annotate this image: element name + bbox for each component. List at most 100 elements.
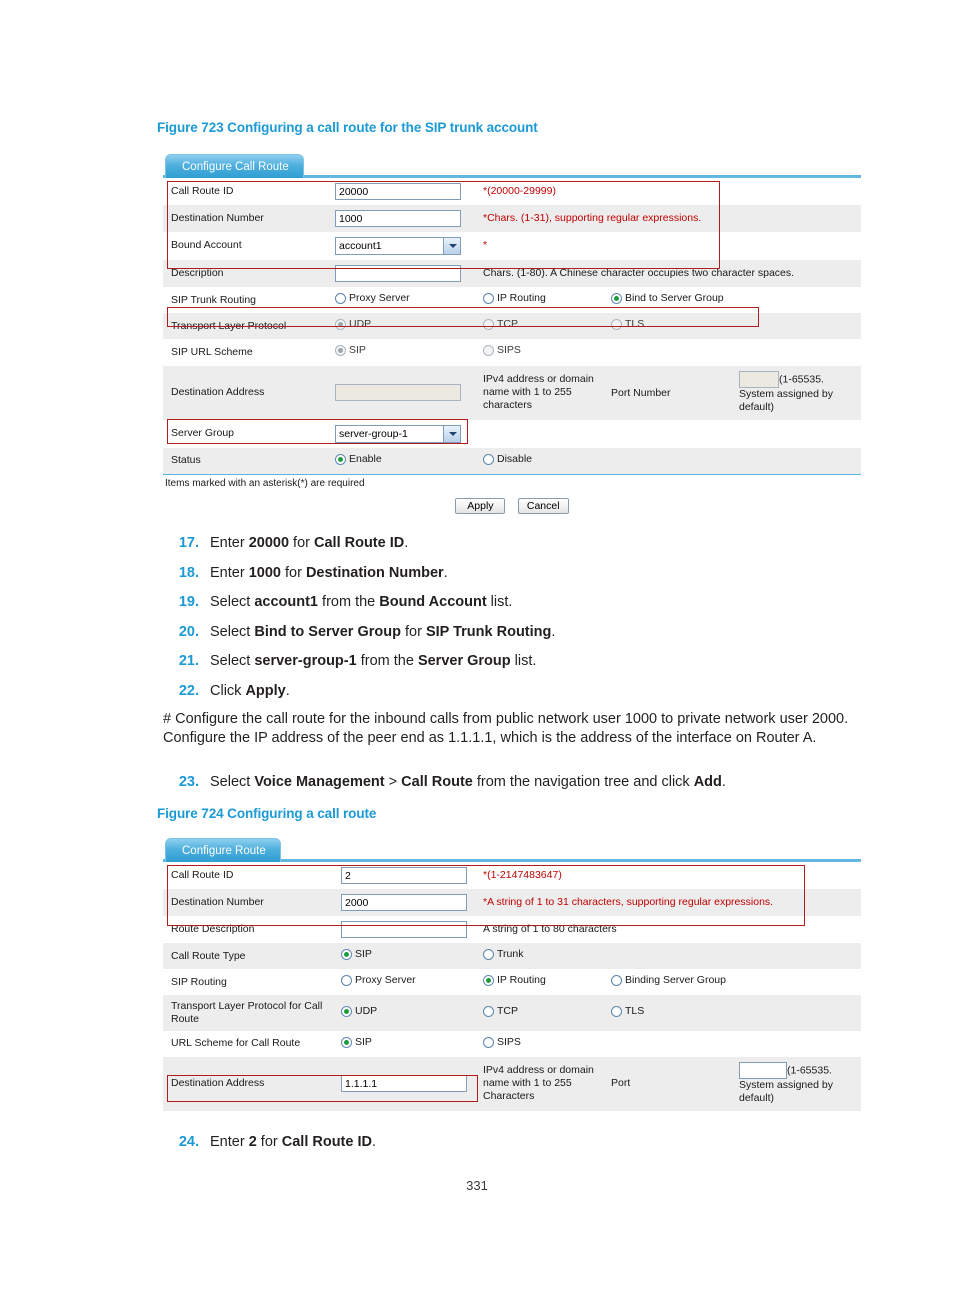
sip-url-scheme-label: SIP URL Scheme bbox=[163, 339, 329, 366]
radio-transport-udp[interactable]: UDP bbox=[335, 318, 371, 331]
bound-account-value: account1 bbox=[339, 240, 382, 252]
description-input[interactable] bbox=[335, 265, 461, 282]
radio-sip-trunk-routing-bind-server-group[interactable]: Bind to Server Group bbox=[611, 292, 724, 305]
apply-button[interactable]: Apply bbox=[455, 498, 506, 515]
radio-icon-selected bbox=[611, 293, 622, 305]
destination-address-label: Destination Address bbox=[163, 365, 329, 420]
table-row: Call Route ID 20000 *(20000-29999) bbox=[163, 178, 861, 205]
sip-trunk-routing-label: SIP Trunk Routing bbox=[163, 287, 329, 314]
radio-icon-selected bbox=[341, 949, 352, 961]
radio-icon bbox=[483, 453, 494, 465]
server-group-select[interactable]: server-group-1 bbox=[335, 424, 461, 443]
radio-icon bbox=[483, 1036, 494, 1048]
radio-url-scheme-sip[interactable]: SIP bbox=[341, 1036, 372, 1049]
radio-transport-tls[interactable]: TLS bbox=[611, 1005, 644, 1018]
radio-status-disable[interactable]: Disable bbox=[483, 453, 532, 466]
radio-call-route-type-trunk[interactable]: Trunk bbox=[483, 948, 523, 961]
destination-address-input[interactable]: 1.1.1.1 bbox=[341, 1075, 467, 1093]
destination-address-input[interactable] bbox=[335, 384, 461, 402]
tab-configure-call-route[interactable]: Configure Call Route bbox=[165, 154, 304, 178]
table-row: Call Route ID 2 *(1-2147483647) bbox=[163, 862, 861, 889]
tab-configure-route[interactable]: Configure Route bbox=[165, 838, 281, 862]
page-number: 331 bbox=[466, 1178, 488, 1193]
step-number: 17. bbox=[178, 535, 199, 551]
list-item: 21. Select server-group-1 from the Serve… bbox=[163, 652, 903, 671]
radio-sip-trunk-routing-ip-routing[interactable]: IP Routing bbox=[483, 292, 546, 305]
list-item: 20. Select Bind to Server Group for SIP … bbox=[163, 623, 903, 642]
table-row: Destination Number 2000 *A string of 1 t… bbox=[163, 889, 861, 916]
table-row: Transport Layer Protocol for Call Route … bbox=[163, 995, 861, 1031]
transport-layer-protocol-label: Transport Layer Protocol for Call Route bbox=[163, 995, 335, 1031]
call-route-id-hint: *(20000-29999) bbox=[477, 178, 861, 205]
bound-account-label: Bound Account bbox=[163, 232, 329, 260]
list-item: 17. Enter 20000 for Call Route ID. bbox=[163, 534, 903, 553]
route-description-input[interactable] bbox=[341, 921, 467, 938]
step-number: 18. bbox=[178, 564, 199, 581]
radio-icon-selected bbox=[335, 319, 346, 331]
destination-address-label: Destination Address bbox=[163, 1056, 335, 1112]
step-text: Click Apply. bbox=[210, 682, 290, 699]
radio-icon-selected bbox=[483, 975, 494, 987]
call-route-id-input[interactable]: 20000 bbox=[335, 183, 461, 200]
list-item: 22. Click Apply. bbox=[163, 682, 903, 701]
table-row: SIP Trunk Routing Proxy Server IP Routin… bbox=[163, 287, 861, 314]
step-number: 23. bbox=[178, 774, 199, 790]
destination-address-hint: IPv4 address or domain name with 1 to 25… bbox=[477, 1056, 605, 1112]
radio-icon bbox=[483, 345, 494, 357]
radio-sip-trunk-routing-proxy-server[interactable]: Proxy Server bbox=[335, 292, 410, 305]
radio-transport-udp[interactable]: UDP bbox=[341, 1005, 377, 1018]
bound-account-hint: * bbox=[477, 232, 861, 260]
step-number: 22. bbox=[178, 682, 199, 699]
call-route-id-input[interactable]: 2 bbox=[341, 867, 467, 884]
step-text: Enter 1000 for Destination Number. bbox=[210, 564, 448, 581]
radio-url-scheme-sips[interactable]: SIPS bbox=[483, 1036, 521, 1049]
table-row: Call Route Type SIP Trunk bbox=[163, 943, 861, 970]
radio-icon bbox=[483, 949, 494, 961]
radio-icon bbox=[341, 975, 352, 987]
radio-icon-selected bbox=[341, 1036, 352, 1048]
table-row: Description Chars. (1-80). A Chinese cha… bbox=[163, 260, 861, 287]
destination-address-hint: IPv4 address or domain name with 1 to 25… bbox=[477, 365, 605, 420]
radio-sip-routing-ip-routing[interactable]: IP Routing bbox=[483, 974, 546, 987]
steps-list-a: 17. Enter 20000 for Call Route ID. 18. E… bbox=[163, 534, 903, 711]
route-description-label: Route Description bbox=[163, 916, 335, 943]
radio-url-scheme-sips[interactable]: SIPS bbox=[483, 344, 521, 357]
destination-number-input[interactable]: 1000 bbox=[335, 210, 461, 227]
port-number-input[interactable] bbox=[739, 370, 779, 388]
server-group-label: Server Group bbox=[163, 419, 329, 448]
transport-layer-protocol-label: Transport Layer Protocol bbox=[163, 313, 329, 340]
radio-sip-routing-proxy-server[interactable]: Proxy Server bbox=[341, 974, 416, 987]
destination-number-input[interactable]: 2000 bbox=[341, 894, 467, 911]
chevron-down-icon bbox=[443, 238, 460, 254]
radio-sip-routing-binding-server-group[interactable]: Binding Server Group bbox=[611, 974, 726, 987]
radio-url-scheme-sip[interactable]: SIP bbox=[335, 344, 366, 357]
radio-icon bbox=[611, 1005, 622, 1017]
radio-transport-tcp[interactable]: TCP bbox=[483, 318, 518, 331]
call-route-id-hint: *(1-2147483647) bbox=[477, 862, 861, 889]
route-description-hint: A string of 1 to 80 characters bbox=[477, 916, 861, 943]
cancel-button[interactable]: Cancel bbox=[517, 498, 569, 515]
sip-routing-label: SIP Routing bbox=[163, 969, 335, 996]
destination-number-label: Destination Number bbox=[163, 889, 335, 916]
step-number: 20. bbox=[178, 623, 199, 640]
radio-icon-selected bbox=[341, 1005, 352, 1017]
list-item: 23. Select Voice Management > Call Route… bbox=[163, 773, 903, 792]
figure-723-caption: Figure 723 Configuring a call route for … bbox=[157, 120, 538, 135]
radio-icon bbox=[483, 1005, 494, 1017]
step-text: Select server-group-1 from the Server Gr… bbox=[210, 653, 537, 670]
table-row: Route Description A string of 1 to 80 ch… bbox=[163, 916, 861, 943]
port-number-label: Port Number bbox=[605, 365, 733, 420]
radio-icon-selected bbox=[335, 453, 346, 465]
table-row: Destination Address IPv4 address or doma… bbox=[163, 365, 861, 420]
port-input[interactable] bbox=[739, 1061, 787, 1079]
radio-transport-tcp[interactable]: TCP bbox=[483, 1005, 518, 1018]
radio-transport-tls[interactable]: TLS bbox=[611, 318, 644, 331]
table-row: SIP Routing Proxy Server IP Routing Bind… bbox=[163, 969, 861, 996]
description-hint: Chars. (1-80). A Chinese character occup… bbox=[477, 260, 861, 287]
destination-number-hint: *Chars. (1-31), supporting regular expre… bbox=[477, 205, 861, 232]
radio-status-enable[interactable]: Enable bbox=[335, 453, 382, 466]
bound-account-select[interactable]: account1 bbox=[335, 237, 461, 255]
url-scheme-label: URL Scheme for Call Route bbox=[163, 1030, 335, 1057]
table-row: SIP URL Scheme SIP SIPS bbox=[163, 339, 861, 366]
radio-call-route-type-sip[interactable]: SIP bbox=[341, 948, 372, 961]
